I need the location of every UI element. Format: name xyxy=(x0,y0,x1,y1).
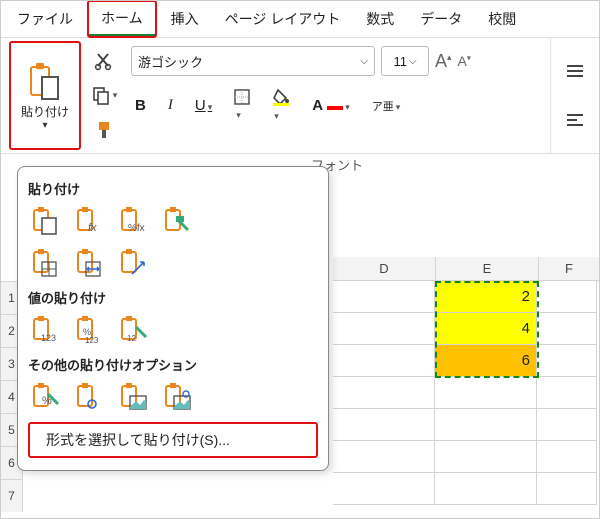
cell-f2[interactable] xyxy=(537,313,597,345)
paste-transpose-button[interactable] xyxy=(116,246,150,280)
cell-d2[interactable] xyxy=(333,313,435,345)
copy-button[interactable]: ▾ xyxy=(91,83,118,107)
bold-button[interactable]: B xyxy=(131,95,150,116)
clipboard-buttons: ▾ xyxy=(87,38,121,153)
col-header-d[interactable]: D xyxy=(333,257,436,281)
cell-d6[interactable] xyxy=(333,441,435,473)
paste-values-button[interactable]: 123 xyxy=(28,313,62,347)
cell-d3[interactable] xyxy=(333,345,435,377)
copy-marquee xyxy=(435,281,539,378)
cell-f7[interactable] xyxy=(537,473,597,505)
clipboard-icon xyxy=(28,61,62,101)
fill-color-button[interactable]: ▾ xyxy=(268,86,294,125)
cell-d5[interactable] xyxy=(333,409,435,441)
ribbon-tabs: ファイル ホーム 挿入 ページ レイアウト 数式 データ 校閲 xyxy=(1,1,599,38)
font-size-value: 11 xyxy=(393,54,407,69)
underline-button[interactable]: U▾ xyxy=(191,95,216,116)
paste-values-number-button[interactable]: %123 xyxy=(72,313,106,347)
chevron-down-icon: ⌵ xyxy=(360,56,368,67)
paste-picture-button[interactable] xyxy=(116,380,150,414)
font-name-select[interactable]: 游ゴシック ⌵ xyxy=(131,46,375,76)
cell-e6[interactable] xyxy=(435,441,537,473)
paste-formulas-number-button[interactable]: %fx xyxy=(116,204,150,238)
tab-home[interactable]: ホーム xyxy=(89,2,155,36)
chevron-down-icon: ▾ xyxy=(113,90,118,101)
font-group: 游ゴシック ⌵ 11 ⌵ A▴ A▾ B I U▾ ▾ ▾ xyxy=(121,38,550,153)
paste-no-borders-button[interactable] xyxy=(28,246,62,280)
alignment-group xyxy=(550,38,599,153)
increase-font-button[interactable]: A▴ xyxy=(435,51,452,72)
chevron-down-icon: ⌵ xyxy=(409,56,417,67)
paste-label: 貼り付け xyxy=(21,103,69,120)
decrease-font-button[interactable]: A▾ xyxy=(458,53,471,69)
paste-keep-source-formatting-button[interactable] xyxy=(160,204,194,238)
tab-page-layout[interactable]: ページ レイアウト xyxy=(213,3,353,35)
svg-text:12: 12 xyxy=(127,334,136,343)
paste-special-label: 形式を選択して貼り付け(S)... xyxy=(46,432,230,448)
cell-f3[interactable] xyxy=(537,345,597,377)
svg-text:123: 123 xyxy=(41,333,56,343)
align-top-button[interactable] xyxy=(565,64,585,78)
cell-e7[interactable] xyxy=(435,473,537,505)
font-size-select[interactable]: 11 ⌵ xyxy=(381,46,429,76)
cell-f1[interactable] xyxy=(537,281,597,313)
paste-formatting-button[interactable]: % xyxy=(28,380,62,414)
cell-f4[interactable] xyxy=(537,377,597,409)
row-header-7[interactable]: 7 xyxy=(1,479,23,512)
cell-f5[interactable] xyxy=(537,409,597,441)
ribbon: 貼り付け ▾ ▾ 游ゴシック ⌵ 11 ⌵ xyxy=(1,38,599,154)
section-paste-label: 貼り付け xyxy=(28,179,318,198)
cell-d1[interactable] xyxy=(333,281,435,313)
cell-d4[interactable] xyxy=(333,377,435,409)
italic-button[interactable]: I xyxy=(164,95,177,116)
paste-split-button[interactable]: 貼り付け ▾ xyxy=(9,41,81,150)
svg-text:%fx: %fx xyxy=(128,223,145,234)
paste-all-button[interactable] xyxy=(28,204,62,238)
paste-linked-picture-button[interactable] xyxy=(160,380,194,414)
section-values-label: 値の貼り付け xyxy=(28,288,318,307)
cell-d7[interactable] xyxy=(333,473,435,505)
svg-text:fx: fx xyxy=(88,222,97,234)
align-left-button[interactable] xyxy=(565,113,585,127)
paste-options-dropdown: 貼り付け fx %fx 値の貼り付け 123 %123 12 その他の貼り付けオ… xyxy=(17,166,329,471)
paste-values-source-formatting-button[interactable]: 12 xyxy=(116,313,150,347)
borders-button[interactable]: ▾ xyxy=(230,87,254,124)
cell-f6[interactable] xyxy=(537,441,597,473)
col-header-e[interactable]: E xyxy=(436,257,539,281)
svg-text:123: 123 xyxy=(85,336,99,345)
cell-e5[interactable] xyxy=(435,409,537,441)
tab-insert[interactable]: 挿入 xyxy=(159,3,211,35)
font-color-button[interactable]: A ▾ xyxy=(308,95,354,116)
paste-formulas-button[interactable]: fx xyxy=(72,204,106,238)
tab-review[interactable]: 校閲 xyxy=(476,3,528,35)
tab-formulas[interactable]: 数式 xyxy=(354,3,406,35)
tab-data[interactable]: データ xyxy=(408,3,474,35)
paste-link-button[interactable] xyxy=(72,380,106,414)
format-painter-button[interactable] xyxy=(94,118,114,142)
chevron-down-icon: ▾ xyxy=(42,120,47,131)
cut-button[interactable] xyxy=(94,49,114,73)
section-other-label: その他の貼り付けオプション xyxy=(28,355,318,374)
paste-special-menu-item[interactable]: 形式を選択して貼り付け(S)... xyxy=(28,422,318,458)
col-header-f[interactable]: F xyxy=(539,257,600,281)
tab-file[interactable]: ファイル xyxy=(5,3,85,35)
cell-e4[interactable] xyxy=(435,377,537,409)
phonetic-button[interactable]: ア亜▾ xyxy=(368,96,405,116)
font-name-value: 游ゴシック xyxy=(138,52,203,71)
paste-column-widths-button[interactable] xyxy=(72,246,106,280)
